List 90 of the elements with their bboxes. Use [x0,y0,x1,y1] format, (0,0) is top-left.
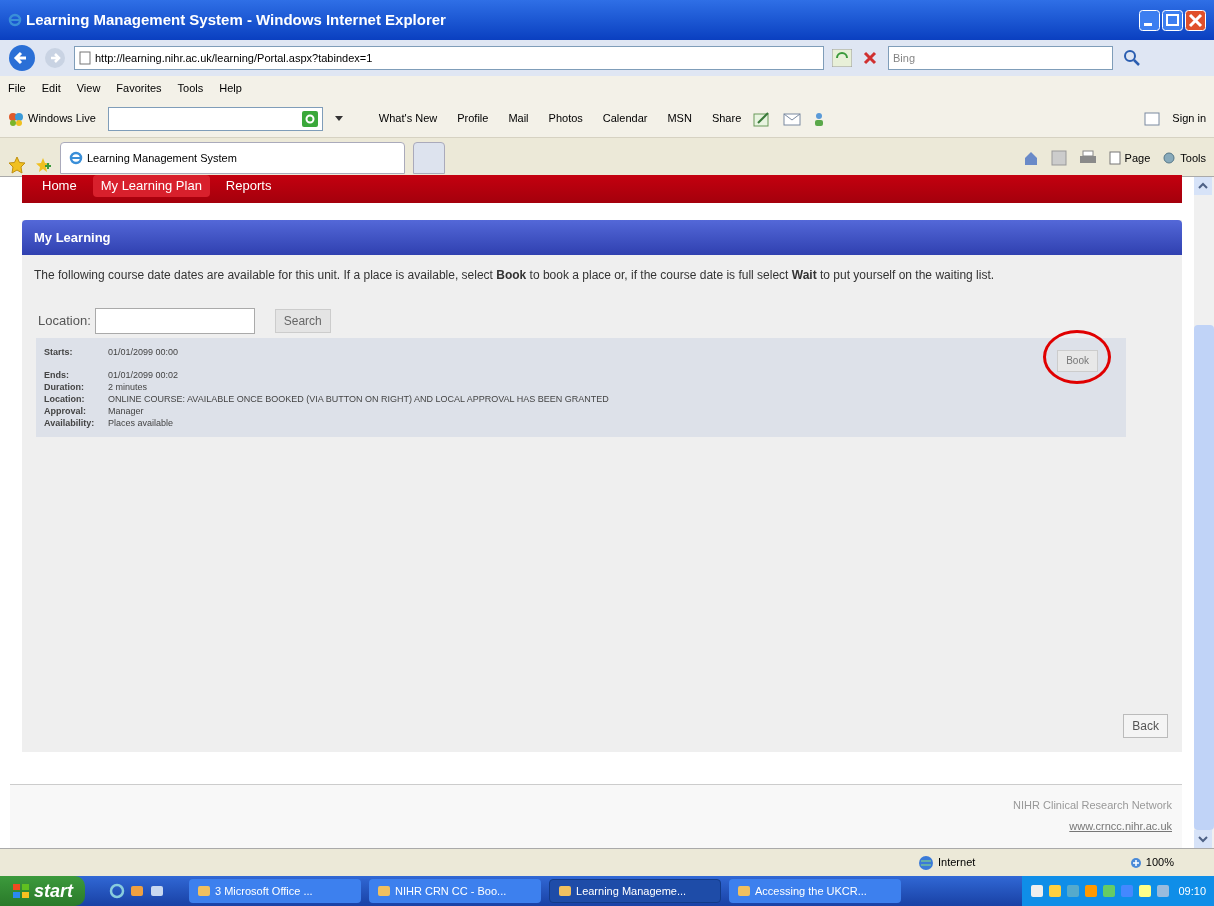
field-label: Location: [38,312,91,331]
maximize-button[interactable] [1162,9,1183,31]
detail-value: ONLINE COURSE: AVAILABLE ONCE BOOKED (VIA BUTTON ON RIGHT) AND LOCAL APPROVAL HAS BEEN GRANTED [108,392,609,405]
tray-icon[interactable] [1138,884,1153,898]
back-button[interactable]: Back [1123,714,1168,738]
tray-icon[interactable] [1048,884,1063,898]
search-go-icon[interactable] [301,110,318,127]
back-icon[interactable] [8,44,36,72]
window-icon [377,884,391,898]
toolbar-link[interactable]: Share [711,110,742,127]
tray-icon[interactable] [1084,884,1099,898]
detail-value: 2 minutes [108,380,148,393]
page-icon [1108,151,1121,165]
book-button[interactable]: Book [1057,349,1098,372]
toolbar-link[interactable]: What's New [378,110,438,127]
taskbar-button[interactable]: Accessing the UKCR... [729,879,901,903]
zone-label: Internet [938,855,976,871]
browser-tab[interactable]: Learning Management System [60,142,405,174]
dropdown-arrow-icon[interactable] [334,116,343,121]
window-icon [737,884,751,898]
clock: 09:10 [1178,883,1206,899]
page-icon [79,51,91,65]
menu-item[interactable]: Favorites [116,79,162,97]
windows-flag-icon [12,883,30,899]
detail-value: Manager [108,404,144,417]
detail-label: Ends: [44,368,70,381]
favorites-star-icon[interactable] [8,156,26,174]
toolbar-link[interactable]: Profile [457,110,489,127]
command-button[interactable]: Page [1108,149,1151,167]
menu-item[interactable]: View [76,79,101,97]
command-button[interactable]: Tools [1162,149,1206,167]
nav-link[interactable]: My Learning Plan [92,175,210,197]
minimize-button[interactable] [1139,9,1160,31]
scroll-up-icon[interactable] [1194,177,1212,195]
close-button[interactable] [1185,9,1206,31]
zoom-icon [1129,856,1142,869]
add-favorites-icon[interactable] [34,156,52,174]
window-icon [197,884,211,898]
window-title: Learning Management System - Windows Internet Explorer [26,9,446,30]
ie-icon[interactable] [109,883,125,899]
scrollbar[interactable] [1194,177,1214,848]
search-button[interactable]: Search [274,309,331,333]
detail-label: Duration: [44,380,85,393]
toolbar-link[interactable]: Calendar [602,110,648,127]
toolbar-link[interactable]: MSN [667,110,692,127]
detail-value: 01/01/2099 00:02 [108,368,179,381]
detail-label: Location: [44,392,86,405]
live-search-field[interactable] [107,106,323,131]
nav-link[interactable]: Reports [217,175,280,197]
menu-item[interactable]: File [8,79,26,97]
refresh-icon[interactable] [832,49,852,67]
search-field[interactable]: Bing [888,46,1113,70]
footer-link[interactable]: www.crncc.nihr.ac.uk [1069,817,1172,834]
ie-logo-icon [8,13,22,27]
home-icon[interactable] [1022,150,1039,166]
taskbar-button[interactable]: Learning Manageme... [549,879,721,903]
scroll-down-icon[interactable] [1194,830,1212,848]
menu-item[interactable]: Help [219,79,242,97]
sign-in-link[interactable]: Sign in [1172,110,1206,127]
toolbar-link[interactable]: Mail [508,110,529,127]
scroll-thumb[interactable] [1194,325,1214,830]
toolbar-link[interactable]: Photos [548,110,583,127]
window-icon [558,884,572,898]
taskbar-button[interactable]: NIHR CRN CC - Boo... [369,879,541,903]
detail-value: Places available [108,416,174,429]
start-button[interactable]: start [0,876,85,906]
address-field[interactable]: http://learning.nihr.ac.uk/learning/Portal.aspx?tabindex=1 [74,46,824,70]
nav-link[interactable]: Home [34,175,85,197]
instructions-text: The following course date dates are available for this unit. If a place is available, select Book to book a place or, if the course date is full select Wait to put yourself on the waiting list. [33,267,996,284]
mail-icon[interactable] [783,111,802,126]
location-field[interactable] [94,308,255,334]
new-tab-button[interactable] [413,142,445,174]
menu-item[interactable]: Tools [177,79,204,97]
menu-item[interactable]: Edit [41,79,61,97]
tray-icon[interactable] [1102,884,1117,898]
footer-text: NIHR Clinical Research Network [1013,798,1172,813]
panel-title: My Learning [34,228,111,247]
detail-value: 01/01/2099 00:00 [108,346,179,359]
detail-label: Approval: [44,404,87,417]
toolbar-brand: Windows Live [28,111,96,127]
zoom-control[interactable]: 100% [1129,854,1174,871]
print-icon[interactable] [1078,150,1097,166]
globe-icon [918,854,934,871]
checkbox-icon [1144,111,1161,126]
detail-label: Availability: [44,416,96,429]
detail-label: Starts: [44,346,74,359]
tray-icon[interactable] [1156,884,1171,898]
tray-icon[interactable] [1030,884,1045,898]
ie-logo-icon [69,151,83,165]
taskbar-button[interactable]: 3 Microsoft Office ... [189,879,361,903]
